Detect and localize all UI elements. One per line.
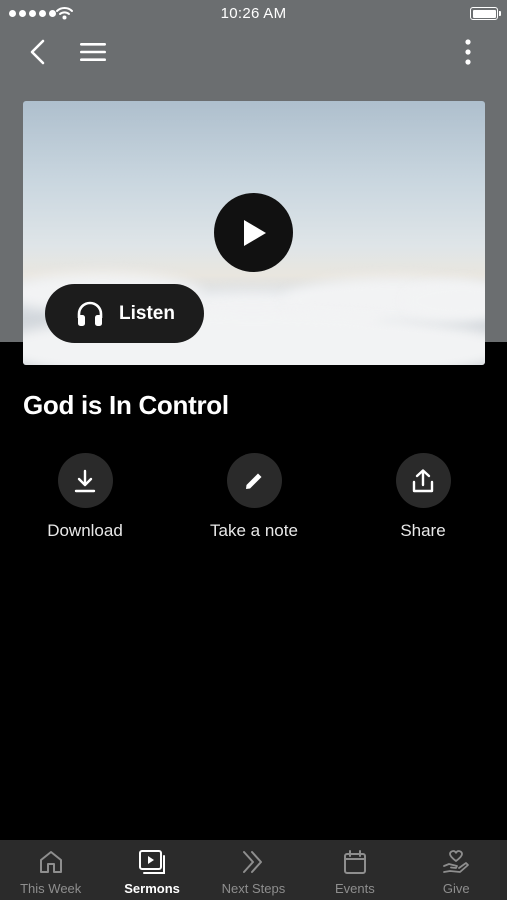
battery-icon — [470, 7, 501, 20]
play-button[interactable] — [214, 193, 293, 272]
take-note-button[interactable]: Take a note — [174, 453, 334, 541]
share-icon — [412, 468, 434, 492]
share-label: Share — [400, 521, 446, 540]
status-bar: 10:26 AM — [0, 0, 507, 28]
kebab-icon[interactable] — [456, 36, 480, 68]
tab-label: Next Steps — [221, 881, 286, 896]
tab-sermons[interactable]: Sermons — [101, 840, 202, 900]
download-button[interactable]: Download — [5, 453, 165, 541]
video-library-icon — [139, 850, 166, 874]
tab-events[interactable]: Events — [304, 840, 405, 900]
sermon-title: God is In Control — [23, 390, 229, 420]
play-icon — [243, 219, 266, 246]
listen-label: Listen — [119, 302, 175, 324]
double-chevron-icon — [243, 851, 263, 873]
hamburger-icon[interactable] — [76, 38, 110, 66]
headphones-icon — [77, 301, 103, 326]
chevron-left-icon[interactable] — [26, 36, 54, 68]
tab-bar: This Week Sermons Next Steps Events Give — [0, 840, 507, 900]
tab-next-steps[interactable]: Next Steps — [203, 840, 304, 900]
download-label: Download — [47, 521, 123, 540]
tab-this-week[interactable]: This Week — [0, 840, 101, 900]
tab-label: This Week — [20, 881, 82, 896]
take-note-label: Take a note — [210, 521, 298, 540]
home-icon — [39, 851, 62, 873]
listen-button[interactable]: Listen — [45, 284, 204, 343]
share-button[interactable]: Share — [343, 453, 503, 541]
hand-heart-icon — [443, 850, 470, 873]
pencil-icon — [246, 473, 262, 489]
tab-label: Sermons — [124, 881, 180, 896]
download-icon — [74, 469, 96, 492]
tab-label: Events — [334, 881, 375, 896]
sermon-hero-image[interactable]: Listen — [23, 101, 485, 365]
tab-label: Give — [442, 881, 470, 896]
calendar-icon — [343, 850, 366, 874]
status-time: 10:26 AM — [220, 5, 287, 22]
tab-give[interactable]: Give — [406, 840, 507, 900]
